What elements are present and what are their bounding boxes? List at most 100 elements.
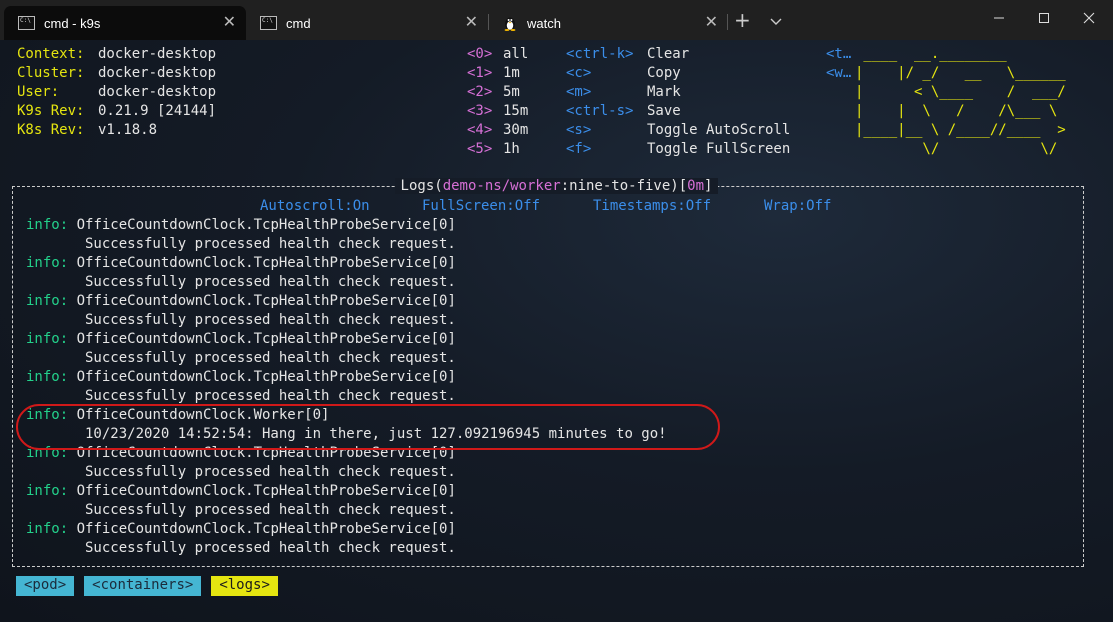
shortcut-key: <4> [467, 122, 493, 138]
log-line: Successfully processed health check requ… [26, 463, 456, 482]
shortcut-label: 5m [503, 84, 520, 100]
shortcut-key: <2> [467, 84, 493, 100]
log-line: info: OfficeCountdownClock.TcpHealthProb… [26, 292, 456, 311]
tab-label: watch [527, 15, 561, 31]
shortcut-label: Mark [647, 84, 681, 100]
shortcut-label: Copy [647, 65, 681, 81]
close-icon[interactable]: ✕ [465, 14, 478, 30]
tab-cmd[interactable]: cmd ✕ [246, 6, 488, 40]
log-message: OfficeCountdownClock.TcpHealthProbeServi… [68, 521, 456, 537]
maximize-icon[interactable] [1021, 0, 1067, 36]
log-level: info: [26, 293, 69, 309]
shortcut-key: <c> [566, 65, 592, 81]
logo-line: | |/ _/ __ \______ [855, 65, 1066, 81]
breadcrumb-logs[interactable]: <logs> [211, 576, 278, 596]
shortcut-key: <3> [467, 103, 493, 119]
log-line: info: OfficeCountdownClock.TcpHealthProb… [26, 482, 456, 501]
tab-cmd-k9s[interactable]: cmd - k9s ✕ [4, 6, 246, 40]
breadcrumb-pod[interactable]: <pod> [16, 576, 75, 596]
log-line: Successfully processed health check requ… [26, 349, 456, 368]
shortcut-label: 1h [503, 141, 520, 157]
log-message: OfficeCountdownClock.TcpHealthProbeServi… [68, 483, 456, 499]
shortcut-label: Clear [647, 46, 690, 62]
log-line: info: OfficeCountdownClock.TcpHealthProb… [26, 330, 456, 349]
info-key: Cluster: [17, 65, 85, 81]
log-line: info: OfficeCountdownClock.TcpHealthProb… [26, 368, 456, 387]
log-message: Successfully processed health check requ… [26, 464, 456, 480]
info-value: docker-desktop [98, 46, 217, 62]
shortcut-key: <s> [566, 122, 592, 138]
log-line: info: OfficeCountdownClock.TcpHealthProb… [26, 520, 456, 539]
tux-icon [504, 17, 516, 31]
window-close-icon[interactable] [1066, 0, 1112, 36]
info-value: v1.18.8 [98, 122, 158, 138]
tab-label: cmd [286, 15, 311, 31]
log-level: info: [26, 521, 69, 537]
shortcut-label: Toggle AutoScroll [647, 122, 791, 138]
tab-watch[interactable]: watch ✕ [488, 6, 728, 40]
log-line: info: OfficeCountdownClock.TcpHealthProb… [26, 216, 456, 235]
shortcut-label: Toggle FullScreen [647, 141, 791, 157]
cmd-icon [260, 16, 277, 30]
log-message: OfficeCountdownClock.TcpHealthProbeServi… [68, 369, 456, 385]
toggle-wrap[interactable]: Wrap:Off [764, 197, 831, 216]
close-icon[interactable]: ✕ [705, 14, 718, 30]
log-message: Successfully processed health check requ… [26, 312, 456, 328]
info-value: docker-desktop [98, 65, 217, 81]
tab-divider [727, 14, 728, 30]
log-message: Successfully processed health check requ… [26, 388, 456, 404]
toggle-autoscroll[interactable]: Autoscroll:On [260, 197, 370, 216]
info-value: 0.21.9 [24144] [98, 103, 217, 119]
shortcut-key: <1> [467, 65, 493, 81]
info-key: K8s Rev: [17, 122, 85, 138]
shortcut-label: 15m [503, 103, 529, 119]
log-message: Successfully processed health check requ… [26, 350, 456, 366]
shortcut-key: <ctrl-s> [566, 103, 634, 119]
info-key: Context: [17, 46, 85, 62]
logo-line: | < \____ / ___/ [855, 84, 1066, 100]
breadcrumb: <pod> <containers> <logs> [16, 576, 278, 596]
log-line: Successfully processed health check requ… [26, 539, 456, 558]
tab-label: cmd - k9s [44, 15, 101, 31]
minimize-icon[interactable] [976, 0, 1022, 36]
log-line: Successfully processed health check requ… [26, 501, 456, 520]
title-bar: cmd - k9s ✕ cmd ✕ watch ✕ + [0, 0, 1113, 40]
highlight-annotation [16, 404, 720, 450]
log-level: info: [26, 369, 69, 385]
shortcut-label: 1m [503, 65, 520, 81]
log-message: Successfully processed health check requ… [26, 502, 456, 518]
toggle-fullscreen[interactable]: FullScreen:Off [422, 197, 540, 216]
terminal-view[interactable]: Context: docker-desktop Cluster: docker-… [0, 40, 1113, 622]
chevron-down-icon[interactable] [770, 11, 782, 30]
shortcut-key-truncated: <t… [826, 46, 852, 62]
log-message: Successfully processed health check requ… [26, 236, 456, 252]
shortcut-key: <f> [566, 141, 592, 157]
shortcut-label: all [503, 46, 529, 62]
log-line: info: OfficeCountdownClock.TcpHealthProb… [26, 254, 456, 273]
shortcut-label: Save [647, 103, 681, 119]
shortcut-key: <5> [467, 141, 493, 157]
logs-panel-title: Logs(demo-ns/worker:nine-to-five)[0m] [0, 177, 1113, 196]
log-level: info: [26, 483, 69, 499]
log-message: OfficeCountdownClock.TcpHealthProbeServi… [68, 217, 456, 233]
log-message: Successfully processed health check requ… [26, 274, 456, 290]
toggle-timestamps[interactable]: Timestamps:Off [593, 197, 711, 216]
log-message: OfficeCountdownClock.TcpHealthProbeServi… [68, 293, 456, 309]
log-level: info: [26, 255, 69, 271]
info-value: docker-desktop [98, 84, 217, 100]
logo-line: ____ __.________ [855, 46, 1007, 62]
log-message: OfficeCountdownClock.TcpHealthProbeServi… [68, 331, 456, 347]
close-icon[interactable]: ✕ [223, 14, 236, 30]
log-level: info: [26, 331, 69, 347]
logo-line: \/ \/ [855, 141, 1058, 157]
breadcrumb-containers[interactable]: <containers> [84, 576, 202, 596]
shortcut-key: <ctrl-k> [566, 46, 634, 62]
log-line: Successfully processed health check requ… [26, 235, 456, 254]
shortcut-key: <0> [467, 46, 493, 62]
log-line: Successfully processed health check requ… [26, 273, 456, 292]
new-tab-button[interactable]: + [734, 8, 751, 32]
shortcut-label: 30m [503, 122, 529, 138]
info-key: K9s Rev: [17, 103, 85, 119]
cmd-icon [18, 16, 35, 30]
info-key: User: [17, 84, 60, 100]
